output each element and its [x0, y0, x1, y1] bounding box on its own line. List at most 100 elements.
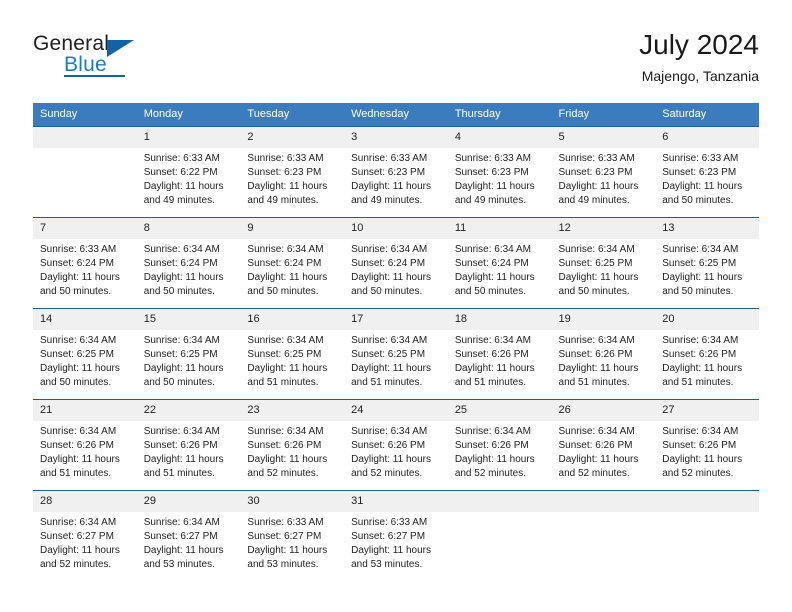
- daylight-text: Daylight: 11 hours: [558, 454, 639, 465]
- daylight-text-cont: and 50 minutes.: [40, 286, 112, 297]
- day-details: Sunrise: 6:34 AM Sunset: 6:26 PM Daylight:…: [448, 330, 552, 390]
- calendar-day-cell[interactable]: 19 Sunrise: 6:34 AM Sunset: 6:26 PM Dayligh…: [551, 308, 656, 400]
- day-details: Sunrise: 6:33 AM Sunset: 6:23 PM Daylight:…: [448, 148, 552, 208]
- day-number: 14: [33, 309, 137, 330]
- calendar-day-cell[interactable]: 13 Sunrise: 6:34 AM Sunset: 6:25 PM Dayligh…: [655, 217, 759, 309]
- calendar-day-cell[interactable]: 24 Sunrise: 6:34 AM Sunset: 6:26 PM Dayligh…: [344, 399, 448, 491]
- sunset-text: Sunset: 6:27 PM: [143, 531, 218, 542]
- sunrise-text: Sunrise: 6:34 AM: [247, 335, 324, 346]
- calendar-week-row: 7 Sunrise: 6:33 AM Sunset: 6:24 PM Daylight…: [33, 217, 759, 309]
- calendar-day-cell[interactable]: 27 Sunrise: 6:34 AM Sunset: 6:26 PM Dayligh…: [655, 399, 759, 491]
- calendar-grid: Sunday Monday Tuesday Wednesday Thursday…: [33, 103, 759, 581]
- daylight-text-cont: and 50 minutes.: [662, 195, 734, 206]
- sunset-text: Sunset: 6:25 PM: [662, 258, 737, 269]
- day-number: 22: [136, 400, 241, 421]
- calendar-day-cell[interactable]: 5 Sunrise: 6:33 AM Sunset: 6:23 PM Daylight…: [551, 126, 656, 218]
- daylight-text: Daylight: 11 hours: [558, 181, 639, 192]
- sunset-text: Sunset: 6:25 PM: [143, 349, 218, 360]
- calendar-day-cell[interactable]: 25 Sunrise: 6:34 AM Sunset: 6:26 PM Dayligh…: [447, 399, 552, 491]
- day-details: Sunrise: 6:34 AM Sunset: 6:24 PM Daylight:…: [448, 239, 552, 299]
- calendar-day-cell[interactable]: 6 Sunrise: 6:33 AM Sunset: 6:23 PM Daylight…: [655, 126, 759, 218]
- sunset-text: Sunset: 6:25 PM: [247, 349, 322, 360]
- sunset-text: Sunset: 6:26 PM: [558, 349, 633, 360]
- sunrise-text: Sunrise: 6:34 AM: [662, 335, 739, 346]
- calendar-week-row: 1 Sunrise: 6:33 AM Sunset: 6:22 PM Daylight…: [33, 126, 759, 218]
- brand-logo[interactable]: General Blue: [33, 32, 233, 88]
- calendar-day-cell[interactable]: 3 Sunrise: 6:33 AM Sunset: 6:23 PM Daylight…: [344, 126, 448, 218]
- calendar-day-cell[interactable]: 7 Sunrise: 6:33 AM Sunset: 6:24 PM Daylight…: [33, 217, 137, 309]
- day-details: Sunrise: 6:34 AM Sunset: 6:25 PM Daylight:…: [240, 330, 344, 390]
- calendar-day-cell[interactable]: 26 Sunrise: 6:34 AM Sunset: 6:26 PM Dayligh…: [551, 399, 656, 491]
- day-number: 12: [551, 218, 656, 239]
- daylight-text-cont: and 49 minutes.: [247, 195, 319, 206]
- calendar-day-cell[interactable]: 14 Sunrise: 6:34 AM Sunset: 6:25 PM Dayligh…: [33, 308, 137, 400]
- daylight-text: Daylight: 11 hours: [351, 363, 431, 374]
- sunrise-text: Sunrise: 6:34 AM: [143, 244, 220, 255]
- daylight-text: Daylight: 11 hours: [662, 363, 743, 374]
- day-details: Sunrise: 6:33 AM Sunset: 6:27 PM Daylight:…: [344, 512, 448, 572]
- calendar-day-cell[interactable]: 29 Sunrise: 6:34 AM Sunset: 6:27 PM Dayligh…: [136, 490, 241, 581]
- day-details: Sunrise: 6:33 AM Sunset: 6:23 PM Daylight:…: [240, 148, 344, 208]
- day-details: Sunrise: 6:34 AM Sunset: 6:24 PM Daylight:…: [344, 239, 448, 299]
- calendar-day-cell[interactable]: 2 Sunrise: 6:33 AM Sunset: 6:23 PM Daylight…: [240, 126, 345, 218]
- weekday-header-tuesday: Tuesday: [240, 103, 345, 127]
- sunset-text: Sunset: 6:24 PM: [143, 258, 218, 269]
- calendar-day-cell[interactable]: 21 Sunrise: 6:34 AM Sunset: 6:26 PM Dayligh…: [33, 399, 137, 491]
- sunset-text: Sunset: 6:25 PM: [558, 258, 633, 269]
- calendar-day-cell[interactable]: 17 Sunrise: 6:34 AM Sunset: 6:25 PM Dayligh…: [344, 308, 448, 400]
- sunrise-text: Sunrise: 6:34 AM: [143, 426, 220, 437]
- calendar-day-cell[interactable]: 10 Sunrise: 6:34 AM Sunset: 6:24 PM Dayligh…: [344, 217, 448, 309]
- weekday-header-sunday: Sunday: [33, 103, 137, 127]
- calendar-empty-cell: [655, 490, 759, 581]
- calendar-day-cell[interactable]: 12 Sunrise: 6:34 AM Sunset: 6:25 PM Dayligh…: [551, 217, 656, 309]
- brand-name-blue: Blue: [64, 53, 107, 76]
- sunrise-text: Sunrise: 6:34 AM: [454, 335, 531, 346]
- sunrise-text: Sunrise: 6:33 AM: [247, 153, 324, 164]
- sunrise-text: Sunrise: 6:34 AM: [454, 426, 531, 437]
- calendar-day-cell[interactable]: 23 Sunrise: 6:34 AM Sunset: 6:26 PM Dayligh…: [240, 399, 345, 491]
- daylight-text: Daylight: 11 hours: [247, 272, 328, 283]
- daylight-text: Daylight: 11 hours: [143, 454, 224, 465]
- page-title: July 2024: [639, 29, 759, 60]
- calendar-day-cell[interactable]: 28 Sunrise: 6:34 AM Sunset: 6:27 PM Dayligh…: [33, 490, 137, 581]
- calendar-day-cell[interactable]: 20 Sunrise: 6:34 AM Sunset: 6:26 PM Dayligh…: [655, 308, 759, 400]
- day-details: Sunrise: 6:34 AM Sunset: 6:25 PM Daylight:…: [137, 330, 241, 390]
- page-header: General Blue July 2024 Majengo, Tanzania: [33, 28, 759, 94]
- day-details: Sunrise: 6:34 AM Sunset: 6:25 PM Daylight:…: [552, 239, 656, 299]
- sunset-text: Sunset: 6:24 PM: [454, 258, 529, 269]
- sunset-text: Sunset: 6:25 PM: [40, 349, 114, 360]
- calendar-day-cell[interactable]: 18 Sunrise: 6:34 AM Sunset: 6:26 PM Dayligh…: [447, 308, 552, 400]
- sunrise-text: Sunrise: 6:34 AM: [454, 244, 531, 255]
- calendar-empty-cell: [33, 126, 137, 218]
- day-details: Sunrise: 6:33 AM Sunset: 6:22 PM Daylight:…: [137, 148, 241, 208]
- calendar-day-cell[interactable]: 11 Sunrise: 6:34 AM Sunset: 6:24 PM Dayligh…: [447, 217, 552, 309]
- daylight-text: Daylight: 11 hours: [40, 454, 120, 465]
- daylight-text-cont: and 51 minutes.: [247, 377, 319, 388]
- sunrise-text: Sunrise: 6:34 AM: [351, 426, 428, 437]
- calendar-day-cell[interactable]: 16 Sunrise: 6:34 AM Sunset: 6:25 PM Dayligh…: [240, 308, 345, 400]
- day-number: 25: [447, 400, 552, 421]
- calendar-day-cell[interactable]: 8 Sunrise: 6:34 AM Sunset: 6:24 PM Daylight…: [136, 217, 241, 309]
- sunrise-text: Sunrise: 6:34 AM: [558, 244, 635, 255]
- sunrise-text: Sunrise: 6:34 AM: [351, 244, 428, 255]
- daylight-text: Daylight: 11 hours: [454, 181, 535, 192]
- weekday-header-wednesday: Wednesday: [344, 103, 448, 127]
- day-number: 26: [551, 400, 656, 421]
- calendar-day-cell[interactable]: 15 Sunrise: 6:34 AM Sunset: 6:25 PM Dayligh…: [136, 308, 241, 400]
- daylight-text-cont: and 51 minutes.: [558, 377, 630, 388]
- sunset-text: Sunset: 6:23 PM: [558, 167, 633, 178]
- calendar-day-cell[interactable]: 1 Sunrise: 6:33 AM Sunset: 6:22 PM Daylight…: [136, 126, 241, 218]
- sunset-text: Sunset: 6:24 PM: [351, 258, 426, 269]
- day-details: Sunrise: 6:34 AM Sunset: 6:26 PM Daylight:…: [448, 421, 552, 481]
- calendar-day-cell[interactable]: 30 Sunrise: 6:33 AM Sunset: 6:27 PM Dayligh…: [240, 490, 345, 581]
- day-number: 5: [551, 127, 656, 148]
- calendar-day-cell[interactable]: 31 Sunrise: 6:33 AM Sunset: 6:27 PM Dayligh…: [344, 490, 448, 581]
- weekday-header-row: Sunday Monday Tuesday Wednesday Thursday…: [33, 103, 759, 127]
- calendar-day-cell[interactable]: 9 Sunrise: 6:34 AM Sunset: 6:24 PM Daylight…: [240, 217, 345, 309]
- calendar-day-cell[interactable]: 22 Sunrise: 6:34 AM Sunset: 6:26 PM Dayligh…: [136, 399, 241, 491]
- calendar-day-cell[interactable]: 4 Sunrise: 6:33 AM Sunset: 6:23 PM Daylight…: [447, 126, 552, 218]
- daylight-text: Daylight: 11 hours: [40, 545, 120, 556]
- day-details: Sunrise: 6:34 AM Sunset: 6:24 PM Daylight:…: [240, 239, 344, 299]
- sunrise-text: Sunrise: 6:33 AM: [351, 153, 428, 164]
- day-number: 30: [240, 491, 345, 512]
